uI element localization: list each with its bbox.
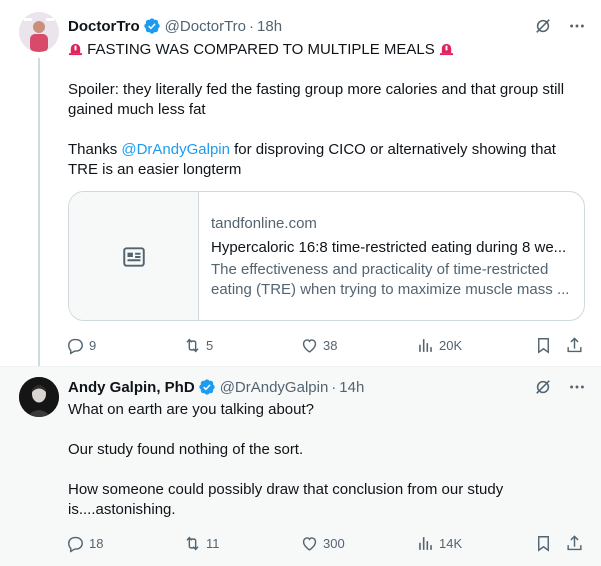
card-thumbnail [69,192,199,320]
card-domain: tandfonline.com [211,215,317,232]
article-icon [122,247,145,267]
reply-action-bar: 18 11 300 14K [66,533,589,553]
grok-icon[interactable] [533,377,553,397]
reply-line-1: What on earth are you talking about? [68,401,314,418]
tweet-header: DoctorTro @DoctorTro · 18h [68,15,585,37]
more-icon[interactable] [567,377,587,397]
card-body: tandfonline.com Hypercaloric 16:8 time-r… [199,192,584,320]
link-card[interactable]: tandfonline.com Hypercaloric 16:8 time-r… [68,191,585,321]
retweet-count: 5 [206,337,214,353]
like-button[interactable]: 38 [300,336,337,355]
reply-line-3: How someone could possibly draw that con… [68,481,504,518]
like-count: 300 [323,535,345,551]
card-description: The effectiveness and practicality of ti… [211,261,570,298]
share-icon [567,336,582,352]
separator: · [331,378,337,396]
author-handle[interactable]: @DoctorTro [165,18,246,35]
grok-icon[interactable] [533,16,553,36]
avatar-image [19,12,59,52]
timestamp[interactable]: 18h [257,18,282,35]
share-icon [567,534,582,550]
like-button[interactable]: 300 [300,534,345,553]
reply-header: Andy Galpin, PhD @DrAndyGalpin · 14h [68,376,585,398]
avatar-doctortro[interactable] [19,12,59,52]
para2-prefix: Thanks [68,141,122,158]
more-icon[interactable] [567,16,587,36]
share-button[interactable] [565,336,584,355]
views-count: 14K [439,535,463,551]
mention-link[interactable]: @DrAndyGalpin [121,141,230,158]
tweet-text: FASTING WAS COMPARED TO MULTIPLE MEALS [68,40,585,80]
thread-connector-line [38,58,40,370]
retweet-icon [186,535,199,551]
verified-badge-icon [143,17,161,35]
reply-count: 18 [89,535,104,551]
like-icon [302,536,317,551]
retweet-button[interactable]: 5 [183,336,213,355]
tweet-headline-line: FASTING WAS COMPARED TO MULTIPLE MEALS [68,40,585,60]
tweet-paragraph-1: Spoiler: they literally fed the fasting … [68,81,565,118]
siren-icon [68,43,83,56]
author-name[interactable]: DoctorTro [68,18,140,35]
tweet-headline: FASTING WAS COMPARED TO MULTIPLE MEALS [87,41,435,58]
reply-button[interactable]: 9 [66,336,96,355]
card-title: Hypercaloric 16:8 time-restricted eating… [211,239,567,256]
tweet-top-actions [533,16,587,36]
retweet-count: 11 [206,535,220,551]
like-icon [302,338,317,353]
share-button[interactable] [565,534,584,553]
avatar-image [19,377,59,417]
reply-icon [68,536,83,553]
tweet-original[interactable]: DoctorTro @DoctorTro · 18h FASTING WAS C… [0,0,601,370]
bookmark-icon [538,535,549,552]
views-button[interactable]: 14K [416,534,462,553]
views-icon [419,536,432,550]
views-button[interactable]: 20K [416,336,462,355]
timestamp[interactable]: 14h [339,379,364,396]
retweet-button[interactable]: 11 [183,534,220,553]
reply-icon [68,338,83,355]
verified-badge-icon [198,378,216,396]
like-count: 38 [323,337,338,353]
author-handle[interactable]: @DrAndyGalpin [220,379,329,396]
tweet-action-bar: 9 5 38 20K [66,335,589,355]
author-name[interactable]: Andy Galpin, PhD [68,379,195,396]
reply-line-2: Our study found nothing of the sort. [68,441,304,458]
bookmark-icon [538,337,549,354]
reply-button[interactable]: 18 [66,534,103,553]
reply-top-actions [533,377,587,397]
retweet-icon [186,337,199,353]
avatar-drandygalpin[interactable] [19,377,59,417]
views-count: 20K [439,337,463,353]
bookmark-button[interactable] [534,534,553,553]
siren-icon [439,43,453,56]
tweet-paragraph-2: Thanks @DrAndyGalpin for disproving CICO… [68,140,585,180]
reply-count: 9 [89,337,97,353]
views-icon [419,338,432,352]
bookmark-button[interactable] [534,336,553,355]
separator: · [249,17,255,35]
